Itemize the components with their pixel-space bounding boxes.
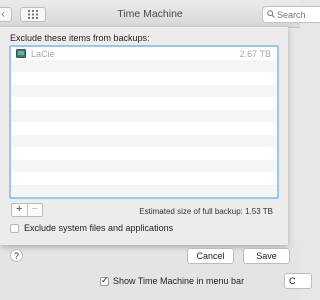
window-titlebar: ‹ Time Machine: [0, 0, 320, 28]
show-in-menu-bar-label: Show Time Machine in menu bar: [113, 276, 245, 286]
exclude-system-option[interactable]: Exclude system files and applications: [10, 223, 173, 233]
remove-button[interactable]: −: [26, 204, 43, 216]
exclude-system-label: Exclude system files and applications: [24, 223, 174, 233]
sheet-heading: Exclude these items from backups:: [10, 33, 150, 43]
empty-row: [11, 184, 277, 197]
help-button[interactable]: ?: [10, 249, 23, 262]
exclude-system-checkbox[interactable]: [10, 223, 19, 233]
empty-row: [11, 122, 277, 135]
empty-row: [11, 72, 277, 85]
empty-row: [11, 134, 277, 147]
show-in-menu-bar-option[interactable]: ✓ Show Time Machine in menu bar: [100, 274, 245, 286]
checkmark-icon: ✓: [101, 274, 109, 285]
empty-row: [11, 109, 277, 122]
empty-row: [11, 97, 277, 110]
list-item[interactable]: LaCie 2.67 TB: [11, 47, 277, 60]
empty-row: [11, 84, 277, 97]
add-button[interactable]: +: [12, 204, 27, 216]
backup-size-estimate: Estimated size of full backup: 1.53 TB: [139, 207, 273, 216]
search-input[interactable]: [277, 7, 317, 22]
add-remove-control: + −: [11, 203, 43, 217]
external-drive-icon: [16, 49, 26, 58]
options-button[interactable]: C: [284, 273, 312, 289]
empty-row: [11, 147, 277, 160]
item-size: 2.67 TB: [239, 49, 271, 59]
exclusions-list[interactable]: LaCie 2.67 TB: [9, 45, 279, 199]
cancel-button[interactable]: Cancel: [187, 248, 234, 264]
show-in-menu-bar-checkbox[interactable]: ✓: [100, 274, 109, 286]
item-name: LaCie: [31, 49, 55, 59]
empty-row: [11, 59, 277, 72]
window-title: Time Machine: [117, 8, 183, 20]
search-icon: [267, 10, 275, 18]
empty-row: [11, 159, 277, 172]
save-button[interactable]: Save: [243, 248, 290, 264]
empty-row: [11, 172, 277, 185]
search-field[interactable]: [262, 6, 320, 23]
exclusions-sheet: Exclude these items from backups: LaCie …: [0, 27, 290, 264]
